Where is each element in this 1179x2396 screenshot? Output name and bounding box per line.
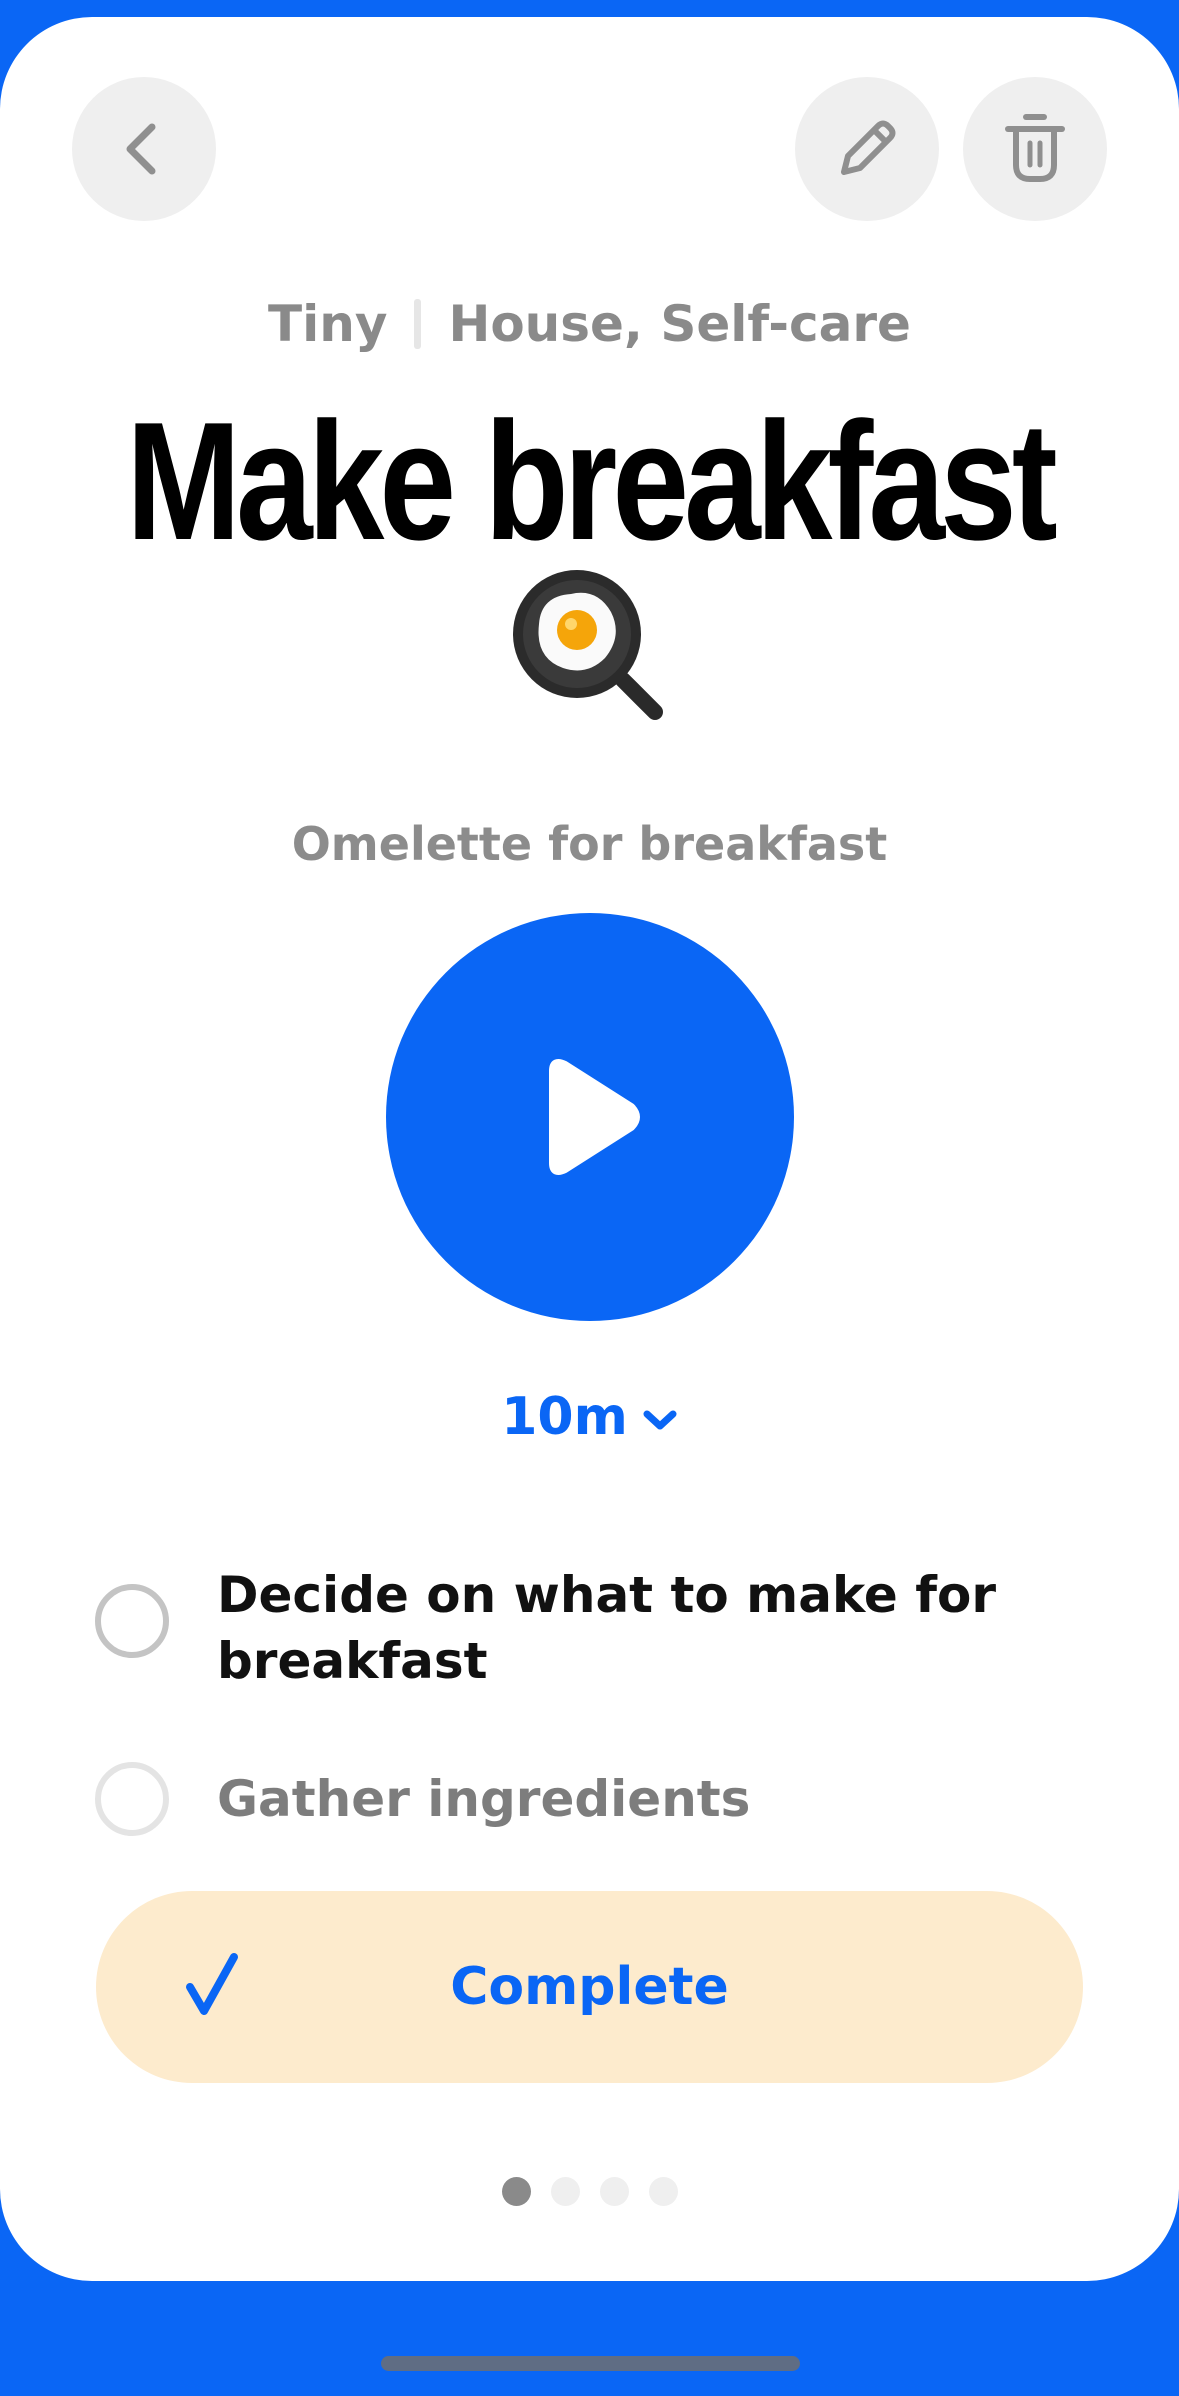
duration-selector[interactable]: 10m: [0, 1387, 1179, 1447]
task-size: Tiny: [268, 295, 388, 353]
checkmark-icon: [186, 1953, 238, 2015]
chevron-down-icon: [643, 1410, 677, 1430]
page-dot[interactable]: [648, 2177, 678, 2206]
play-icon: [549, 1059, 640, 1175]
edit-button[interactable]: [795, 77, 939, 221]
complete-button[interactable]: Complete: [96, 1891, 1083, 2083]
task-description: Omelette for breakfast: [291, 817, 888, 871]
page-dot-active[interactable]: [501, 2177, 531, 2206]
task-meta: Tiny House, Self-care: [0, 295, 1179, 353]
pencil-icon: [841, 120, 896, 175]
delete-button[interactable]: [963, 77, 1107, 221]
page-dot[interactable]: [599, 2177, 629, 2206]
play-button[interactable]: [386, 913, 794, 1321]
meta-divider: [414, 299, 422, 349]
step-label: Gather ingredients: [217, 1770, 751, 1828]
page-dot[interactable]: [550, 2177, 580, 2206]
fried-egg-pan-icon: [513, 570, 663, 720]
chevron-left-icon: [126, 123, 156, 175]
back-button[interactable]: [72, 77, 216, 221]
step-checkbox[interactable]: [95, 1584, 169, 1658]
duration-value: 10m: [501, 1387, 628, 1447]
step-item[interactable]: Decide on what to make for breakfast: [95, 1562, 1095, 1694]
complete-label: Complete: [450, 1957, 729, 2017]
task-title: Make breakfast: [126, 387, 1058, 575]
task-card: Tiny House, Self-care Make breakfast Ome…: [0, 17, 1179, 2281]
step-label: Decide on what to make for breakfast: [217, 1566, 996, 1690]
trash-icon: [1005, 114, 1065, 182]
page-indicator: [0, 2177, 1179, 2206]
task-categories: House, Self-care: [448, 295, 911, 353]
step-checkbox[interactable]: [95, 1762, 169, 1836]
home-indicator[interactable]: [381, 2356, 800, 2371]
step-item[interactable]: Gather ingredients: [95, 1762, 1095, 1836]
